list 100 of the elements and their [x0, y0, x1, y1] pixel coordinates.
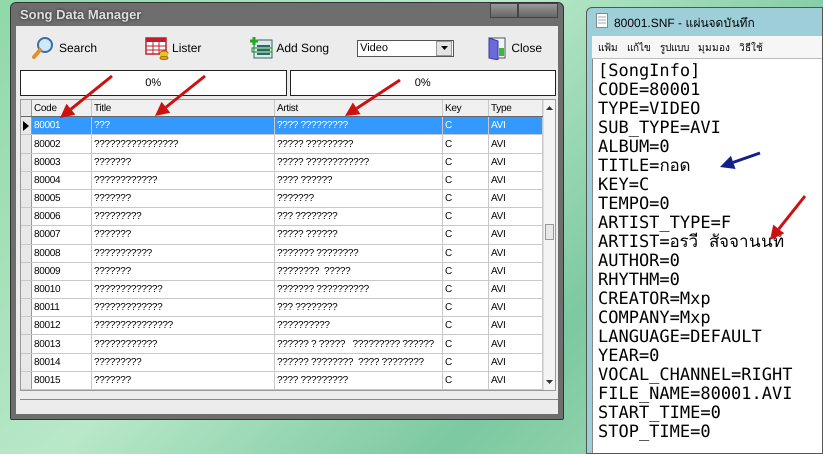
- table-cell: ???????: [92, 372, 275, 390]
- table-row[interactable]: 80002 ???????????????? ????? ????????? C AVI: [21, 135, 543, 154]
- scroll-up-icon[interactable]: [546, 106, 553, 110]
- add-button[interactable]: Add Song: [247, 34, 332, 62]
- table-cell: ???????????????: [92, 317, 275, 334]
- progress-label: 0%: [414, 77, 431, 89]
- table-cell: C: [443, 262, 489, 280]
- text-line: STOP_TIME=0: [598, 423, 712, 442]
- text-line: SUB_TYPE=AVI: [598, 119, 722, 138]
- table-row[interactable]: 80010 ????????????? ??????? ?????????? C AVI: [21, 280, 543, 300]
- text-line: START_TIME=0: [598, 404, 722, 423]
- menu-item[interactable]: รูปแบบ: [660, 40, 689, 54]
- text-line: COMPANY=Mxp: [598, 309, 712, 328]
- table-cell: 80010: [32, 280, 92, 298]
- table-row[interactable]: 80008 ??????????? ??????? ???????? C AVI: [21, 244, 543, 263]
- table-cell: 80014: [32, 354, 92, 371]
- table-row[interactable]: 80011 ????????????? ??? ???????? C AVI: [21, 299, 543, 318]
- table-icon: [145, 36, 170, 60]
- table-row[interactable]: 80006 ????????? ??? ???????? C AVI: [21, 208, 543, 226]
- table-cell: ???: [92, 117, 275, 134]
- window-title: Song Data Manager: [19, 7, 142, 22]
- table-cell: C: [443, 244, 489, 262]
- table-cell: 80011: [32, 299, 92, 316]
- table-cell: 80002: [32, 135, 92, 153]
- table-row[interactable]: 80005 ??????? ??????? C AVI: [21, 190, 543, 208]
- text-line: TEMPO=0: [598, 195, 671, 214]
- table-cell: ?????? ? ????? ????????? ??????: [275, 335, 443, 353]
- text-line: [SongInfo]: [598, 62, 702, 81]
- table-cell: C: [443, 172, 489, 189]
- table-cell: C: [443, 299, 489, 316]
- table-cell: C: [443, 354, 489, 371]
- menu-item[interactable]: แฟ้ม: [598, 40, 618, 54]
- table-cell: ?????? ???????? ???? ????????: [275, 354, 443, 371]
- table-cell: ??????? ??????????: [275, 280, 443, 298]
- table-cell: ????????????: [92, 172, 275, 189]
- text-line: ARTIST_TYPE=F: [598, 214, 732, 233]
- table-cell: C: [443, 372, 489, 390]
- table-cell: C: [443, 226, 489, 244]
- scroll-thumb[interactable]: [545, 224, 554, 240]
- table-cell: 80015: [32, 372, 92, 390]
- table-cell: ????????????????: [92, 135, 275, 153]
- table-cell: ??????? ????????: [275, 244, 443, 262]
- text-line: ARTIST=อรวี สัจจานนท์: [598, 233, 785, 252]
- text-line: TYPE=VIDEO: [598, 100, 702, 119]
- table-cell: ??? ????????: [275, 208, 443, 226]
- text-line: KEY=C: [598, 176, 650, 195]
- table-cell: ?????????????: [92, 280, 275, 298]
- table-row[interactable]: 80009 ??????? ???????? ????? C AVI: [21, 262, 543, 281]
- table-cell: 80013: [32, 335, 92, 353]
- table-cell: C: [443, 135, 489, 153]
- table-cell: C: [443, 280, 489, 298]
- text-line: YEAR=0: [598, 347, 660, 366]
- text-line: VOCAL_CHANNEL=RIGHT: [598, 366, 794, 385]
- table-cell: ???????: [92, 190, 275, 208]
- video-dropdown[interactable]: Video: [357, 40, 454, 56]
- table-cell: ???????: [92, 262, 275, 280]
- table-cell: ??? ????????: [275, 299, 443, 316]
- table-cell: C: [443, 317, 489, 334]
- table-cell: C: [443, 208, 489, 226]
- table-row[interactable]: 80004 ???????????? ???? ?????? C AVI: [21, 172, 543, 190]
- table-row[interactable]: 80012 ??????????????? ?????????? C AVI: [21, 317, 543, 336]
- progress-label: 0%: [145, 77, 162, 89]
- search-icon: [32, 36, 56, 60]
- table-cell: ???? ?????????: [275, 372, 443, 390]
- menu-item[interactable]: แก้ไข: [627, 40, 651, 54]
- table-row[interactable]: 80007 ??????? ????? ?????? C AVI: [21, 226, 543, 245]
- current-row-icon: [23, 120, 29, 131]
- table-cell: ????? ??????: [275, 226, 443, 244]
- table-cell: 80007: [32, 226, 92, 244]
- text-line: RHYTHM=0: [598, 271, 681, 290]
- scroll-down-icon[interactable]: [546, 380, 553, 384]
- table-cell: C: [443, 117, 489, 134]
- table-cell: ????????????: [92, 335, 275, 353]
- table-cell: ???????: [92, 226, 275, 244]
- table-cell: ???????: [92, 154, 275, 171]
- notepad-icon: [596, 13, 608, 31]
- table-cell: 80012: [32, 317, 92, 334]
- search-button[interactable]: Search: [30, 34, 100, 62]
- table-cell: ????? ?????????: [275, 135, 443, 153]
- close-button[interactable]: [518, 3, 558, 18]
- table-row[interactable]: 80015 ??????? ???? ????????? C AVI: [21, 372, 543, 390]
- table-cell: ?????????????: [92, 299, 275, 316]
- lister-button[interactable]: Lister: [143, 34, 204, 62]
- menu-item[interactable]: มุมมอง: [698, 40, 730, 54]
- menu-item[interactable]: วิธีใช้: [739, 40, 763, 54]
- close-button[interactable]: Close: [482, 34, 544, 62]
- vertical-scrollbar[interactable]: [543, 100, 555, 390]
- column-header[interactable]: Key: [443, 100, 489, 116]
- text-line: FILE_NAME=80001.AVI: [598, 385, 794, 404]
- table-row[interactable]: 80013 ???????????? ?????? ? ????? ????????? ?????? C AVI: [21, 335, 543, 354]
- table-row[interactable]: 80003 ??????? ????? ???????????? C AVI: [21, 154, 543, 172]
- table-cell: ??????????: [275, 317, 443, 334]
- minimize-button[interactable]: [490, 3, 518, 18]
- table-row[interactable]: 80014 ????????? ?????? ???????? ???? ???????? C AVI: [21, 354, 543, 372]
- table-cell: ???????? ?????: [275, 262, 443, 280]
- text-line: AUTHOR=0: [598, 252, 681, 271]
- text-line: CODE=80001: [598, 81, 702, 100]
- table-cell: ???? ??????: [275, 172, 443, 189]
- list-add-icon: [249, 36, 274, 60]
- table-cell: ????? ????????????: [275, 154, 443, 171]
